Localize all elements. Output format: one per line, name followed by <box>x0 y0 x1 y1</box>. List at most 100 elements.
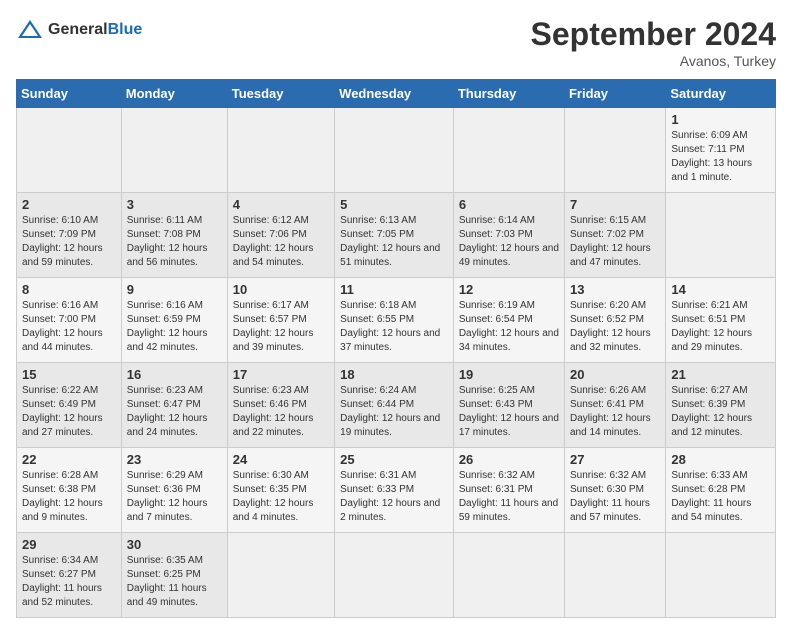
month-title: September 2024 <box>531 16 776 53</box>
calendar-cell: 16 Sunrise: 6:23 AMSunset: 6:47 PMDayligh… <box>121 363 227 448</box>
calendar-cell: 7 Sunrise: 6:15 AMSunset: 7:02 PMDaylight… <box>564 193 665 278</box>
calendar-cell: 18 Sunrise: 6:24 AMSunset: 6:44 PMDayligh… <box>335 363 454 448</box>
day-number: 30 <box>127 537 222 552</box>
title-area: September 2024 Avanos, Turkey <box>531 16 776 69</box>
calendar-cell: 13Sunrise: 6:20 AMSunset: 6:52 PMDayligh… <box>564 278 665 363</box>
location: Avanos, Turkey <box>531 53 776 69</box>
day-info: Sunrise: 6:16 AMSunset: 6:59 PMDaylight:… <box>127 299 222 355</box>
day-info: Sunrise: 6:35 AMSunset: 6:25 PMDaylight:… <box>127 554 222 610</box>
day-info: Sunrise: 6:30 AMSunset: 6:35 PMDaylight:… <box>233 469 329 525</box>
day-number: 24 <box>233 452 329 467</box>
calendar-cell: 2Sunrise: 6:10 AMSunset: 7:09 PMDaylight… <box>17 193 122 278</box>
calendar-row: 22Sunrise: 6:28 AMSunset: 6:38 PMDayligh… <box>17 448 776 533</box>
calendar-cell: 21 Sunrise: 6:27 AMSunset: 6:39 PMDayligh… <box>666 363 776 448</box>
header-sunday: Sunday <box>17 80 122 108</box>
day-number: 5 <box>340 197 448 212</box>
calendar-cell: 12 Sunrise: 6:19 AMSunset: 6:54 PMDayligh… <box>453 278 564 363</box>
day-number: 6 <box>459 197 559 212</box>
day-number: 17 <box>233 367 329 382</box>
calendar-cell <box>564 108 665 193</box>
calendar-cell: 5Sunrise: 6:13 AMSunset: 7:05 PMDaylight… <box>335 193 454 278</box>
day-number: 28 <box>671 452 770 467</box>
header-friday: Friday <box>564 80 665 108</box>
calendar-row: 1 Sunrise: 6:09 AMSunset: 7:11 PMDaylight… <box>17 108 776 193</box>
day-info: Sunrise: 6:32 AMSunset: 6:30 PMDaylight:… <box>570 469 660 525</box>
calendar-cell: 22Sunrise: 6:28 AMSunset: 6:38 PMDayligh… <box>17 448 122 533</box>
calendar-cell <box>564 533 665 618</box>
day-number: 11 <box>340 282 448 297</box>
day-number: 15 <box>22 367 116 382</box>
day-info: Sunrise: 6:11 AMSunset: 7:08 PMDaylight:… <box>127 214 222 270</box>
calendar-cell: 1 Sunrise: 6:09 AMSunset: 7:11 PMDaylight… <box>666 108 776 193</box>
day-info: Sunrise: 6:34 AMSunset: 6:27 PMDaylight:… <box>22 554 116 610</box>
calendar-table: SundayMondayTuesdayWednesdayThursdayFrid… <box>16 79 776 618</box>
calendar-cell: 11 Sunrise: 6:18 AMSunset: 6:55 PMDayligh… <box>335 278 454 363</box>
logo-general: General <box>48 21 108 38</box>
calendar-cell: 25 Sunrise: 6:31 AMSunset: 6:33 PMDayligh… <box>335 448 454 533</box>
day-number: 27 <box>570 452 660 467</box>
day-number: 14 <box>671 282 770 297</box>
day-number: 9 <box>127 282 222 297</box>
day-info: Sunrise: 6:27 AMSunset: 6:39 PMDaylight:… <box>671 384 770 440</box>
calendar-cell <box>335 108 454 193</box>
calendar-cell <box>17 108 122 193</box>
header-saturday: Saturday <box>666 80 776 108</box>
day-info: Sunrise: 6:23 AMSunset: 6:46 PMDaylight:… <box>233 384 329 440</box>
day-info: Sunrise: 6:31 AMSunset: 6:33 PMDaylight:… <box>340 469 448 525</box>
day-number: 1 <box>671 112 770 127</box>
day-info: Sunrise: 6:09 AMSunset: 7:11 PMDaylight:… <box>671 129 770 185</box>
calendar-cell: 23Sunrise: 6:29 AMSunset: 6:36 PMDayligh… <box>121 448 227 533</box>
day-number: 25 <box>340 452 448 467</box>
day-info: Sunrise: 6:26 AMSunset: 6:41 PMDaylight:… <box>570 384 660 440</box>
calendar-cell <box>227 108 334 193</box>
calendar-cell: 6 Sunrise: 6:14 AMSunset: 7:03 PMDaylight… <box>453 193 564 278</box>
day-info: Sunrise: 6:15 AMSunset: 7:02 PMDaylight:… <box>570 214 660 270</box>
calendar-cell: 10Sunrise: 6:17 AMSunset: 6:57 PMDayligh… <box>227 278 334 363</box>
day-number: 4 <box>233 197 329 212</box>
calendar-cell: 29 Sunrise: 6:34 AMSunset: 6:27 PMDayligh… <box>17 533 122 618</box>
day-info: Sunrise: 6:23 AMSunset: 6:47 PMDaylight:… <box>127 384 222 440</box>
day-number: 7 <box>570 197 660 212</box>
day-info: Sunrise: 6:19 AMSunset: 6:54 PMDaylight:… <box>459 299 559 355</box>
day-info: Sunrise: 6:18 AMSunset: 6:55 PMDaylight:… <box>340 299 448 355</box>
header-thursday: Thursday <box>453 80 564 108</box>
header-monday: Monday <box>121 80 227 108</box>
logo-icon <box>16 16 44 44</box>
header-tuesday: Tuesday <box>227 80 334 108</box>
calendar-cell <box>453 108 564 193</box>
header-wednesday: Wednesday <box>335 80 454 108</box>
calendar-cell <box>335 533 454 618</box>
calendar-cell <box>666 533 776 618</box>
day-number: 2 <box>22 197 116 212</box>
day-info: Sunrise: 6:14 AMSunset: 7:03 PMDaylight:… <box>459 214 559 270</box>
calendar-cell: 3 Sunrise: 6:11 AMSunset: 7:08 PMDaylight… <box>121 193 227 278</box>
calendar-cell: 14 Sunrise: 6:21 AMSunset: 6:51 PMDayligh… <box>666 278 776 363</box>
calendar-row: 2Sunrise: 6:10 AMSunset: 7:09 PMDaylight… <box>17 193 776 278</box>
calendar-cell: 20Sunrise: 6:26 AMSunset: 6:41 PMDayligh… <box>564 363 665 448</box>
calendar-cell: 4 Sunrise: 6:12 AMSunset: 7:06 PMDaylight… <box>227 193 334 278</box>
day-number: 29 <box>22 537 116 552</box>
day-number: 18 <box>340 367 448 382</box>
day-number: 8 <box>22 282 116 297</box>
logo: GeneralBlue <box>16 16 142 44</box>
logo-blue: Blue <box>108 21 143 38</box>
day-info: Sunrise: 6:21 AMSunset: 6:51 PMDaylight:… <box>671 299 770 355</box>
day-info: Sunrise: 6:29 AMSunset: 6:36 PMDaylight:… <box>127 469 222 525</box>
calendar-row: 29 Sunrise: 6:34 AMSunset: 6:27 PMDayligh… <box>17 533 776 618</box>
calendar-cell: 30 Sunrise: 6:35 AMSunset: 6:25 PMDayligh… <box>121 533 227 618</box>
day-number: 21 <box>671 367 770 382</box>
day-number: 26 <box>459 452 559 467</box>
day-number: 16 <box>127 367 222 382</box>
day-info: Sunrise: 6:17 AMSunset: 6:57 PMDaylight:… <box>233 299 329 355</box>
calendar-cell: 17 Sunrise: 6:23 AMSunset: 6:46 PMDayligh… <box>227 363 334 448</box>
day-number: 3 <box>127 197 222 212</box>
day-info: Sunrise: 6:20 AMSunset: 6:52 PMDaylight:… <box>570 299 660 355</box>
calendar-cell: 24 Sunrise: 6:30 AMSunset: 6:35 PMDayligh… <box>227 448 334 533</box>
calendar-cell: 8Sunrise: 6:16 AMSunset: 7:00 PMDaylight… <box>17 278 122 363</box>
day-info: Sunrise: 6:12 AMSunset: 7:06 PMDaylight:… <box>233 214 329 270</box>
day-info: Sunrise: 6:22 AMSunset: 6:49 PMDaylight:… <box>22 384 116 440</box>
day-info: Sunrise: 6:24 AMSunset: 6:44 PMDaylight:… <box>340 384 448 440</box>
calendar-cell: 9 Sunrise: 6:16 AMSunset: 6:59 PMDaylight… <box>121 278 227 363</box>
day-number: 12 <box>459 282 559 297</box>
calendar-cell: 27 Sunrise: 6:32 AMSunset: 6:30 PMDayligh… <box>564 448 665 533</box>
